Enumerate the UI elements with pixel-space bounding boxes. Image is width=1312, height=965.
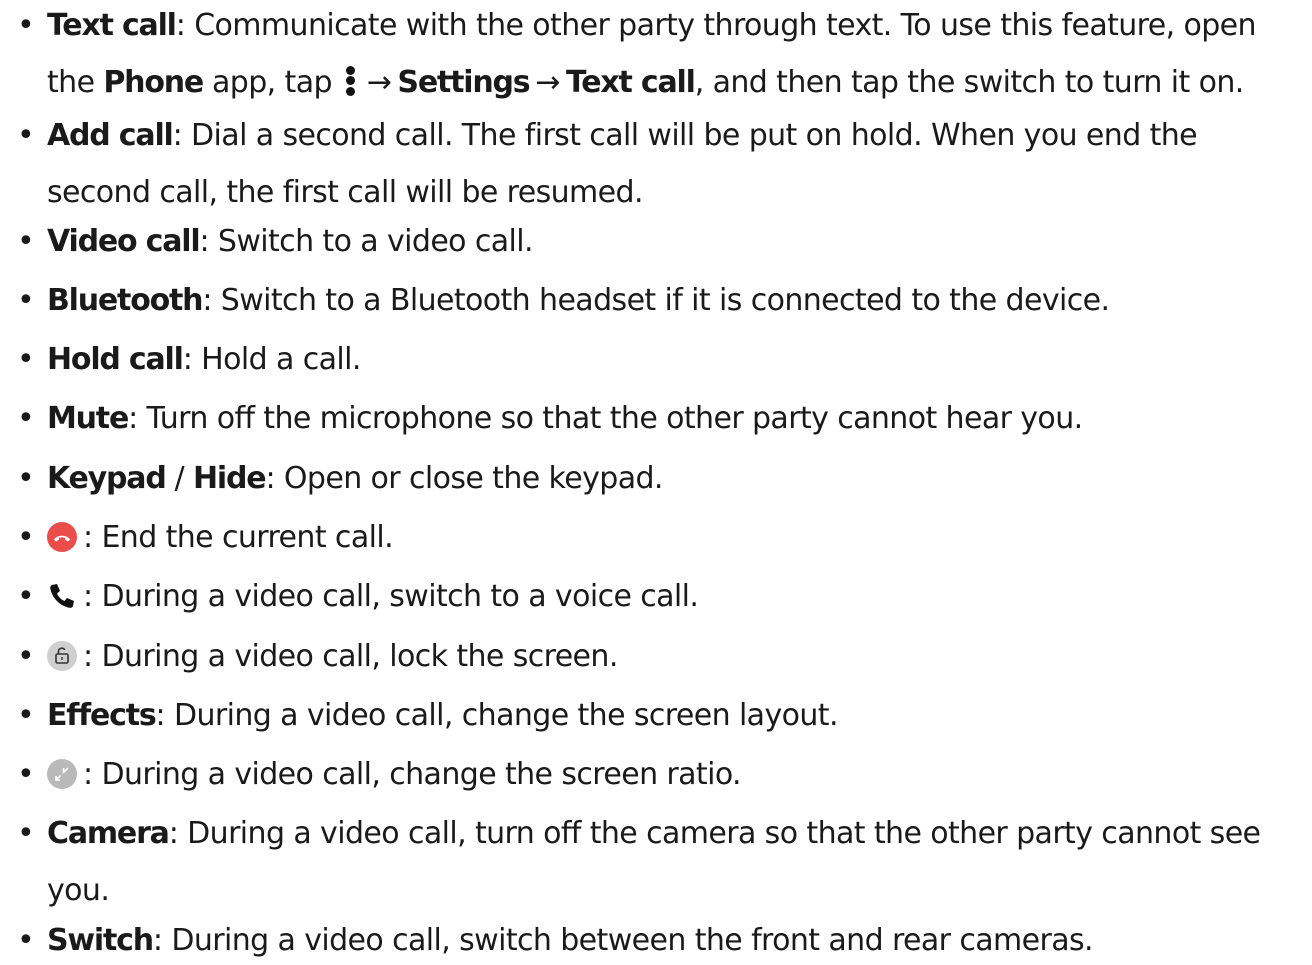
bullet: • (17, 698, 35, 733)
term-keypad: Keypad (47, 461, 167, 496)
bullet: • (17, 8, 35, 43)
item-description: : Switch to a video call. (199, 224, 533, 259)
manual-page: • Text call: Communicate with the other … (0, 0, 1312, 959)
term-camera: Camera (47, 816, 170, 851)
bullet: • (17, 639, 35, 674)
term-text-call: Text call (565, 65, 696, 100)
bullet: • (17, 118, 35, 153)
term-settings: Settings (397, 65, 530, 100)
item-description: : Turn off the microphone so that the ot… (128, 401, 1083, 436)
item-description: : During a video call, change the screen… (83, 757, 742, 792)
bullet: • (17, 520, 35, 555)
item-description: : Switch to a Bluetooth headset if it is… (202, 283, 1110, 318)
term-bluetooth: Bluetooth (47, 283, 204, 318)
item-description: : During a video call, switch to a voice… (83, 579, 699, 614)
item-description: : During a video call, turn off the came… (168, 816, 1261, 851)
term-phone: Phone (103, 65, 204, 100)
item-description-cont: you. (47, 873, 110, 908)
bullet: • (17, 579, 35, 614)
bullet: • (17, 923, 35, 958)
bullet: • (17, 816, 35, 851)
term-add-call: Add call (47, 118, 174, 153)
item-description: : During a video call, switch between th… (152, 923, 1094, 958)
term-video-call: Video call (47, 224, 201, 259)
item-description: : Communicate with the other party throu… (175, 8, 1257, 43)
bullet: • (17, 342, 35, 377)
lock-icon (47, 641, 77, 671)
term-effects: Effects (47, 698, 157, 733)
item-description: : During a video call, change the screen… (155, 698, 839, 733)
item-description: : End the current call. (83, 520, 394, 555)
term-text-call: Text call (47, 8, 177, 43)
bullet: • (17, 401, 35, 436)
term-hide: Hide (193, 461, 267, 496)
arrow-icon: → (366, 65, 392, 100)
bullet: • (17, 224, 35, 259)
screen-ratio-icon (47, 759, 77, 789)
item-description-cont: second call, the first call will be resu… (47, 175, 644, 210)
bullet: • (17, 283, 35, 318)
voice-call-icon (47, 581, 77, 611)
term-switch: Switch (47, 923, 154, 958)
bullet: • (17, 461, 35, 496)
more-options-icon (343, 64, 357, 98)
term-mute: Mute (47, 401, 129, 436)
arrow-icon: → (535, 65, 560, 100)
item-description: : Hold a call. (182, 342, 362, 377)
term-hold-call: Hold call (47, 342, 184, 377)
end-call-icon (47, 522, 77, 552)
bullet: • (17, 757, 35, 792)
item-description: : During a video call, lock the screen. (83, 639, 618, 674)
item-description: : Open or close the keypad. (265, 461, 663, 496)
item-description: : Dial a second call. The first call wil… (172, 118, 1198, 153)
